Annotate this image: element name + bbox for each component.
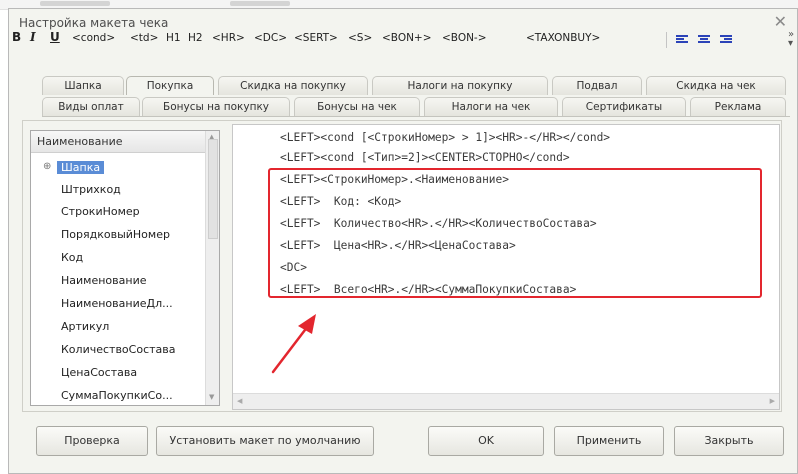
sert-tag-button[interactable]: <SERT> [294,32,338,44]
tab-receipt-bonuses[interactable]: Бонусы на чек [294,97,420,116]
editor-line: <LEFT><cond [<СтрокиНомер> > 1]><HR>-</H… [280,131,611,144]
tree-vertical-scrollbar[interactable]: ▲ ▼ [205,131,219,405]
scroll-down-icon[interactable]: ▼ [209,393,214,401]
tree-item-quantity[interactable]: КоличествоСостава [61,343,176,356]
bon-minus-tag-button[interactable]: <BON-> [442,32,487,44]
tab-certificates[interactable]: Сертификаты [562,97,686,116]
scroll-right-icon[interactable]: ▶ [770,397,775,405]
editor-line: <DC> [280,261,307,274]
tree-item-article[interactable]: Артикул [61,320,109,333]
layout-template-editor[interactable]: <LEFT><cond [<СтрокиНомер> > 1]><HR>-</H… [232,124,780,410]
tree-item-name[interactable]: Наименование [61,274,146,287]
window-title: Настройка макета чека [19,16,169,30]
h2-tag-button[interactable]: H2 [188,32,203,44]
tree-item-price[interactable]: ЦенаСостава [61,366,137,379]
align-right-icon[interactable] [720,35,732,46]
field-tree[interactable]: Наименование ⊕ Шапка Штрихкод СтрокиНоме… [30,130,220,406]
taxonbuy-tag-button[interactable]: <TAXONBUY> [526,32,600,44]
toolbar-divider [666,32,667,48]
editor-line: <LEFT><cond [<Тип>=2]><CENTER>СТОРНО</co… [280,151,570,164]
markup-toolbar: B I U <cond> <td> H1 H2 <HR> <DC> <SERT>… [8,30,794,52]
ok-button[interactable]: OK [428,426,544,456]
tree-item-code[interactable]: Код [61,251,83,264]
tab-purchase[interactable]: Покупка [126,76,214,95]
tree-item-ordinal-number[interactable]: ПорядковыйНомер [61,228,170,241]
set-default-button[interactable]: Установить макет по умолчанию [156,426,374,456]
tab-payment-types[interactable]: Виды оплат [42,97,140,116]
close-icon[interactable]: ✕ [774,12,787,31]
h1-tag-button[interactable]: H1 [166,32,181,44]
expand-node-icon[interactable]: ⊕ [43,161,51,172]
editor-horizontal-scrollbar[interactable]: ◀ ▶ [233,393,779,409]
dc-tag-button[interactable]: <DC> [254,32,287,44]
editor-line: <LEFT><СтрокиНомер>.<Наименование> [280,173,510,186]
tab-header[interactable]: Шапка [42,76,124,95]
background-ghost-text [40,1,110,6]
editor-line: <LEFT> Всего<HR>.</HR><СуммаПокупкиСоста… [280,283,577,296]
tree-scroll-thumb[interactable] [208,139,218,239]
align-left-icon[interactable] [676,35,688,46]
editor-line: <LEFT> Код: <Код> [280,195,402,208]
hr-tag-button[interactable]: <HR> [212,32,245,44]
tree-item-barcode[interactable]: Штрихкод [61,183,121,196]
align-center-icon[interactable] [698,35,710,46]
scroll-left-icon[interactable]: ◀ [237,397,242,405]
tab-receipt-discount[interactable]: Скидка на чек [646,76,786,95]
tab-receipt-taxes[interactable]: Налоги на чек [424,97,558,116]
close-button[interactable]: Закрыть [674,426,784,456]
tree-item-full-name[interactable]: НаименованиеДл... [61,297,173,310]
apply-button[interactable]: Применить [554,426,664,456]
background-ghost-text [230,1,290,6]
s-tag-button[interactable]: <S> [348,32,372,44]
italic-button[interactable]: I [30,30,36,44]
tab-purchase-discount[interactable]: Скидка на покупку [218,76,368,95]
editor-line: <LEFT> Количество<HR>.</HR><КоличествоСо… [280,217,597,230]
tree-item-purchase-sum[interactable]: СуммаПокупкиСо... [61,389,173,402]
bon-plus-tag-button[interactable]: <BON+> [382,32,432,44]
tab-purchase-bonuses[interactable]: Бонусы на покупку [142,97,290,116]
td-tag-button[interactable]: <td> [130,32,158,44]
tab-baseline [42,116,790,117]
tab-purchase-taxes[interactable]: Налоги на покупку [372,76,548,95]
toolbar-overflow-label: » [788,29,795,40]
underline-button[interactable]: U [50,30,60,44]
check-button[interactable]: Проверка [36,426,148,456]
bold-button[interactable]: B [12,30,21,44]
toolbar-overflow-icon[interactable]: » ▾ [788,29,795,49]
editor-line: <LEFT> Цена<HR>.</HR><ЦенаСостава> [280,239,516,252]
tab-advertising[interactable]: Реклама [690,97,786,116]
tree-item-header[interactable]: Шапка [57,161,105,174]
tab-footer[interactable]: Подвал [552,76,642,95]
cond-tag-button[interactable]: <cond> [72,32,115,44]
tree-column-header[interactable]: Наименование [31,131,205,153]
tree-item-line-number[interactable]: СтрокиНомер [61,205,140,218]
